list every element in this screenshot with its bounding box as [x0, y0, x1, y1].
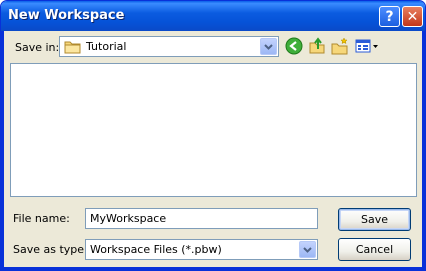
- save-in-dropdown[interactable]: Tutorial: [59, 36, 279, 57]
- save-as-type-dropdown[interactable]: Workspace Files (*.pbw): [85, 239, 318, 260]
- help-button[interactable]: ?: [379, 6, 400, 27]
- file-name-value: MyWorkspace: [90, 212, 167, 225]
- up-folder-icon[interactable]: [308, 37, 326, 55]
- new-folder-icon[interactable]: [331, 37, 349, 55]
- chevron-down-icon[interactable]: [299, 241, 316, 258]
- window-frame-left: [1, 31, 4, 270]
- back-icon[interactable]: [285, 37, 303, 55]
- folder-icon: [64, 41, 81, 54]
- close-icon: ✕: [406, 8, 419, 25]
- cancel-button[interactable]: Cancel: [338, 238, 411, 261]
- file-name-label: File name:: [13, 212, 70, 225]
- save-button-label: Save: [360, 213, 388, 226]
- save-in-label: Save in:: [15, 41, 60, 54]
- save-as-type-label: Save as type:: [13, 243, 88, 256]
- view-menu-icon[interactable]: [355, 37, 379, 55]
- help-icon: ?: [385, 8, 394, 25]
- window-frame-right: [422, 31, 425, 270]
- chevron-down-icon[interactable]: [260, 38, 277, 55]
- window-frame-bottom: [1, 267, 425, 270]
- save-button[interactable]: Save: [338, 208, 411, 231]
- file-list[interactable]: [10, 63, 417, 197]
- cancel-button-label: Cancel: [355, 243, 394, 256]
- window-title: New Workspace: [8, 8, 125, 23]
- save-as-type-value: Workspace Files (*.pbw): [90, 243, 222, 256]
- save-in-value: Tutorial: [86, 40, 127, 53]
- new-workspace-dialog: New Workspace ? ✕ Save in: Tutorial File…: [0, 0, 426, 271]
- close-button[interactable]: ✕: [402, 6, 423, 27]
- file-name-input[interactable]: MyWorkspace: [85, 208, 318, 229]
- title-bar[interactable]: New Workspace ? ✕: [1, 1, 425, 31]
